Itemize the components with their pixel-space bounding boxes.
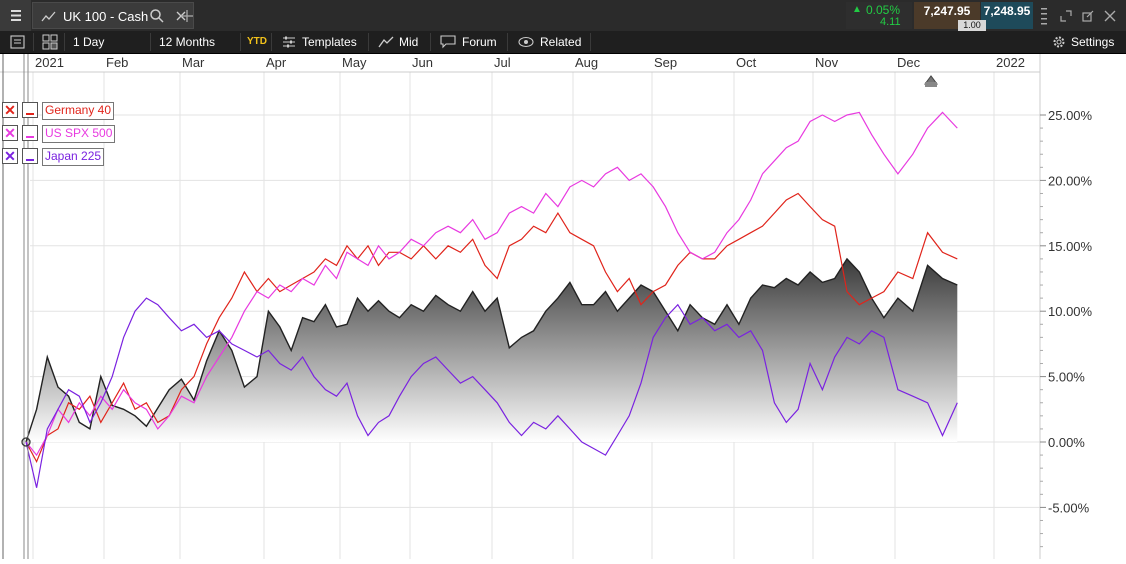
popout-icon[interactable]: [1082, 10, 1094, 22]
spread-value: 1.00: [963, 20, 981, 30]
y-tick-label: 25.00%: [1048, 108, 1093, 123]
expand-icon[interactable]: [1060, 10, 1072, 22]
line-chart-icon: [378, 36, 394, 48]
instrument-tab[interactable]: UK 100 - Cash: [32, 2, 194, 29]
list-icon[interactable]: [10, 35, 26, 49]
change-pct: 0.05%: [866, 3, 901, 17]
price-type-button[interactable]: Mid: [399, 31, 418, 53]
x-tick-label: May: [342, 55, 367, 70]
y-tick-label: 15.00%: [1048, 239, 1093, 254]
series-style-swatch[interactable]: [22, 102, 38, 118]
legend-label: US SPX 500: [42, 125, 116, 143]
gear-icon: [1053, 36, 1065, 48]
settings-button[interactable]: Settings: [1071, 31, 1114, 53]
forum-button[interactable]: Forum: [462, 31, 497, 53]
change-box: ▲ 0.05% 4.11: [846, 2, 912, 29]
remove-series-icon[interactable]: ✕: [2, 125, 18, 141]
tab-title: UK 100 - Cash: [63, 9, 149, 24]
x-tick-label: Mar: [182, 55, 205, 70]
x-tick-label: Feb: [106, 55, 128, 70]
remove-series-icon[interactable]: ✕: [2, 148, 18, 164]
x-tick-label: Aug: [575, 55, 598, 70]
add-tab-icon[interactable]: [180, 9, 194, 23]
templates-icon: [283, 36, 295, 48]
remove-series-icon[interactable]: ✕: [2, 102, 18, 118]
series-style-swatch[interactable]: [22, 148, 38, 164]
y-tick-label: 0.00%: [1048, 435, 1085, 450]
window-controls: [1036, 2, 1124, 29]
chart-toolbar: 1 Day 12 Months YTD Templates Mid Forum …: [0, 31, 1126, 54]
close-icon[interactable]: [1104, 10, 1116, 22]
hamburger-icon: [11, 10, 21, 21]
chart-line-icon: [41, 11, 56, 22]
ytd-button[interactable]: YTD: [247, 31, 267, 53]
search-icon[interactable]: [149, 8, 165, 24]
x-tick-label: Oct: [736, 55, 757, 70]
range-select[interactable]: 12 Months: [159, 31, 215, 53]
bid-price: 7,247.95: [923, 4, 971, 18]
x-tick-label: 2021: [35, 55, 64, 70]
chart-area[interactable]: 2021 Feb Mar Apr May Jun Jul Aug Sep Oct Nov Dec 202…: [0, 54, 1126, 559]
layout-grid-icon[interactable]: [42, 34, 58, 50]
x-tick-label: Jun: [412, 55, 433, 70]
eye-icon: [518, 36, 534, 48]
top-bar: UK 100 - Cash ▲ 0.05% 4.11 7,247.95 7,24…: [0, 0, 1126, 32]
drag-handle-icon[interactable]: [1040, 6, 1048, 26]
spread-label: 1.00: [958, 20, 986, 31]
templates-button[interactable]: Templates: [302, 31, 357, 53]
x-tick-label: Apr: [266, 55, 287, 70]
legend-label: Japan 225: [42, 148, 105, 166]
x-tick-label: Sep: [654, 55, 677, 70]
up-arrow-icon: ▲: [852, 4, 862, 15]
related-button[interactable]: Related: [540, 31, 581, 53]
series-style-swatch[interactable]: [22, 125, 38, 141]
y-tick-label: 5.00%: [1048, 370, 1085, 385]
x-tick-label: Jul: [494, 55, 511, 70]
x-tick-label: Nov: [815, 55, 839, 70]
y-tick-label: 20.00%: [1048, 173, 1093, 188]
legend-label: Germany 40: [42, 102, 115, 120]
buy-price-button[interactable]: 7,248.95: [981, 2, 1033, 29]
change-abs: 4.11: [880, 16, 901, 28]
y-tick-label: 10.00%: [1048, 304, 1093, 319]
ask-price: 7,248.95: [983, 4, 1031, 18]
speech-bubble-icon: [440, 35, 456, 49]
x-tick-label: Dec: [897, 55, 921, 70]
x-tick-label: 2022: [996, 55, 1025, 70]
y-tick-label: -5.00%: [1048, 500, 1090, 515]
menu-button[interactable]: [0, 0, 31, 31]
interval-select[interactable]: 1 Day: [73, 31, 104, 53]
comparison-chart[interactable]: 2021 Feb Mar Apr May Jun Jul Aug Sep Oct Nov Dec 202…: [0, 54, 1126, 559]
scroll-marker-base: [925, 82, 937, 87]
